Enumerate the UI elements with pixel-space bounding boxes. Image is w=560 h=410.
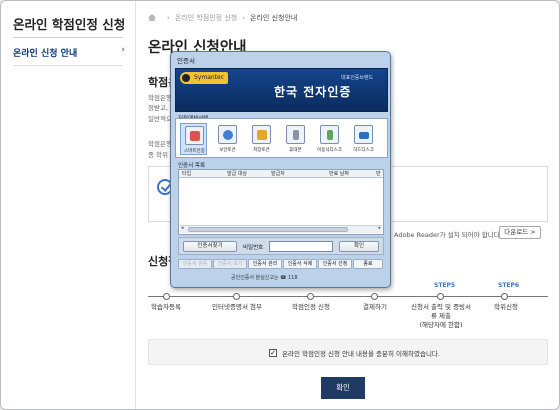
step-dot [501,293,508,300]
banner-brand: 한국 전자인증 [274,85,352,99]
storage-label-text: 저장토큰 [253,148,270,153]
sidebar-item-label: 온라인 신청 안내 [13,49,78,59]
scroll-left-icon[interactable]: ◂ [181,225,184,231]
breadcrumb-separator: › [167,14,170,22]
column-header-issuer[interactable]: 발급자 [271,170,285,178]
verify-cert-button: 인증서 검증 [178,259,212,269]
security-token-icon [218,125,237,144]
select-cert-button[interactable]: 인증서 선정 [318,259,352,269]
agree-text: 온라인 학점인정 신청 안내 내용을 충분히 이해하였습니다. [282,350,440,358]
column-header-type[interactable]: 타입 [182,170,191,178]
steps-line [148,296,548,297]
hard-disk-icon [354,125,373,144]
storage-save-token-button[interactable]: 저장토큰 [248,123,275,155]
password-input[interactable] [269,241,333,252]
divider [13,65,123,66]
storage-hard-disk-button[interactable]: 하드디스크 [350,123,377,155]
step-dot [163,293,170,300]
storage-security-token-button[interactable]: 보안토큰 [214,123,241,155]
breadcrumb-separator: › [242,14,246,22]
storage-smart-cert-button[interactable]: 스마트인증 [180,123,207,155]
smart-cert-icon [185,126,204,145]
lost-cert-notice: 공인인증서 분실신고는 ☎ 118 [231,275,298,281]
breadcrumb-level1[interactable]: 온라인 학점인정 신청 [175,14,237,22]
storage-panel: 스마트인증 보안토큰 저장토큰 휴대폰 이동식디스크 하드디스크 [175,118,388,158]
cert-list-table[interactable]: 타입 발급 대상 발급자 만료 날짜 만 ◂ ▸ [178,169,384,235]
icon-fill [359,132,369,139]
storage-label-text: 보안토큰 [219,148,236,153]
mobile-phone-icon [286,125,305,144]
icon-fill [293,130,299,140]
password-label: 비밀번호 [243,245,264,251]
divider [13,37,123,38]
step-label: 결제하기 [363,303,387,311]
chevron-right-icon: › [121,45,125,55]
certificate-dialog: 인증서 Symantec 대표인증브랜드 한국 전자인증 저장매체선택 스마트인… [170,51,391,288]
icon-fill [190,131,200,141]
step-label: 학위신청 [494,303,518,311]
dialog-title: 인증서 [177,57,195,65]
view-cert-button: 인증서 보기 [213,259,247,269]
storage-mobile-button[interactable]: 휴대폰 [282,123,309,155]
usb-drive-icon [320,125,339,144]
step-label: 신청서 출력 및 증빙서 류 제출 (해당자에 한함) [410,303,472,329]
storage-label-text: 하드디스크 [353,148,374,153]
cert-list-label: 인증서 목록 [178,163,206,169]
storage-label-text: 스마트인증 [184,149,205,154]
banner-subtitle: 대표인증브랜드 [341,75,374,81]
icon-fill [327,130,333,140]
scroll-right-icon[interactable]: ▸ [378,225,381,231]
icon-fill [223,130,233,140]
delete-cert-button[interactable]: 인증서 삭제 [283,259,317,269]
horizontal-scrollbar[interactable]: ◂ ▸ [180,225,382,233]
step-label: 학습자등록 [151,303,181,311]
password-panel: 인증서찾기 비밀번호 확인 [178,237,384,255]
sidebar-item-online-guide[interactable]: 온라인 신청 안내 › [13,44,125,62]
storage-label-text: 이동식디스크 [317,148,342,153]
adobe-notice: Adobe Reader가 설치 되어야 합니다. [394,231,502,239]
step-dot [437,293,444,300]
symantec-logo: Symantec [180,72,228,84]
manage-cert-button[interactable]: 인증서 관리 [248,259,282,269]
storage-removable-disk-button[interactable]: 이동식디스크 [316,123,343,155]
dialog-banner: Symantec 대표인증브랜드 한국 전자인증 [175,68,388,112]
step-label: 학점인정 신청 [292,303,330,311]
sidebar: 온라인 학점인정 신청 온라인 신청 안내 › [1,1,136,409]
column-header-subject[interactable]: 발급 대상 [227,170,247,178]
step-tag: STEP5 [434,282,456,289]
column-header-expiry[interactable]: 만료 날짜 [329,170,349,178]
confirm-button[interactable]: 확인 [321,377,365,399]
cert-list-header: 타입 발급 대상 발급자 만료 날짜 만 [179,170,383,178]
find-cert-button[interactable]: 인증서찾기 [183,241,237,252]
home-icon[interactable] [148,14,156,21]
step-dot [307,293,314,300]
step-dot [233,293,240,300]
breadcrumb-current: 온라인 신청안내 [250,14,298,22]
dialog-ok-button[interactable]: 확인 [339,241,379,252]
agree-box: ✓ 온라인 학점인정 신청 안내 내용을 충분히 이해하였습니다. [148,339,548,365]
sidebar-title: 온라인 학점인정 신청 [13,17,126,32]
breadcrumb: › 온라인 학점인정 신청 › 온라인 신청안내 [148,13,297,23]
step-label: 인터넷증명서 첨부 [212,303,262,311]
save-token-icon [252,125,271,144]
step-tag: STEP6 [498,282,520,289]
icon-fill [257,130,267,140]
storage-label-text: 휴대폰 [289,148,302,153]
browser-page: 온라인 학점인정 신청 온라인 신청 안내 › › 온라인 학점인정 신청 › 온라인… [0,0,560,410]
download-button[interactable]: 다운로드 > [499,226,541,239]
agree-checkbox[interactable]: ✓ [269,349,277,357]
step-dot [371,293,378,300]
scroll-thumb[interactable] [188,227,348,232]
close-button[interactable]: 종료 [353,259,383,269]
column-header-extra[interactable]: 만 [376,170,381,178]
cert-actions-row: 인증서 검증 인증서 보기 인증서 관리 인증서 삭제 인증서 선정 종료 [178,259,384,270]
